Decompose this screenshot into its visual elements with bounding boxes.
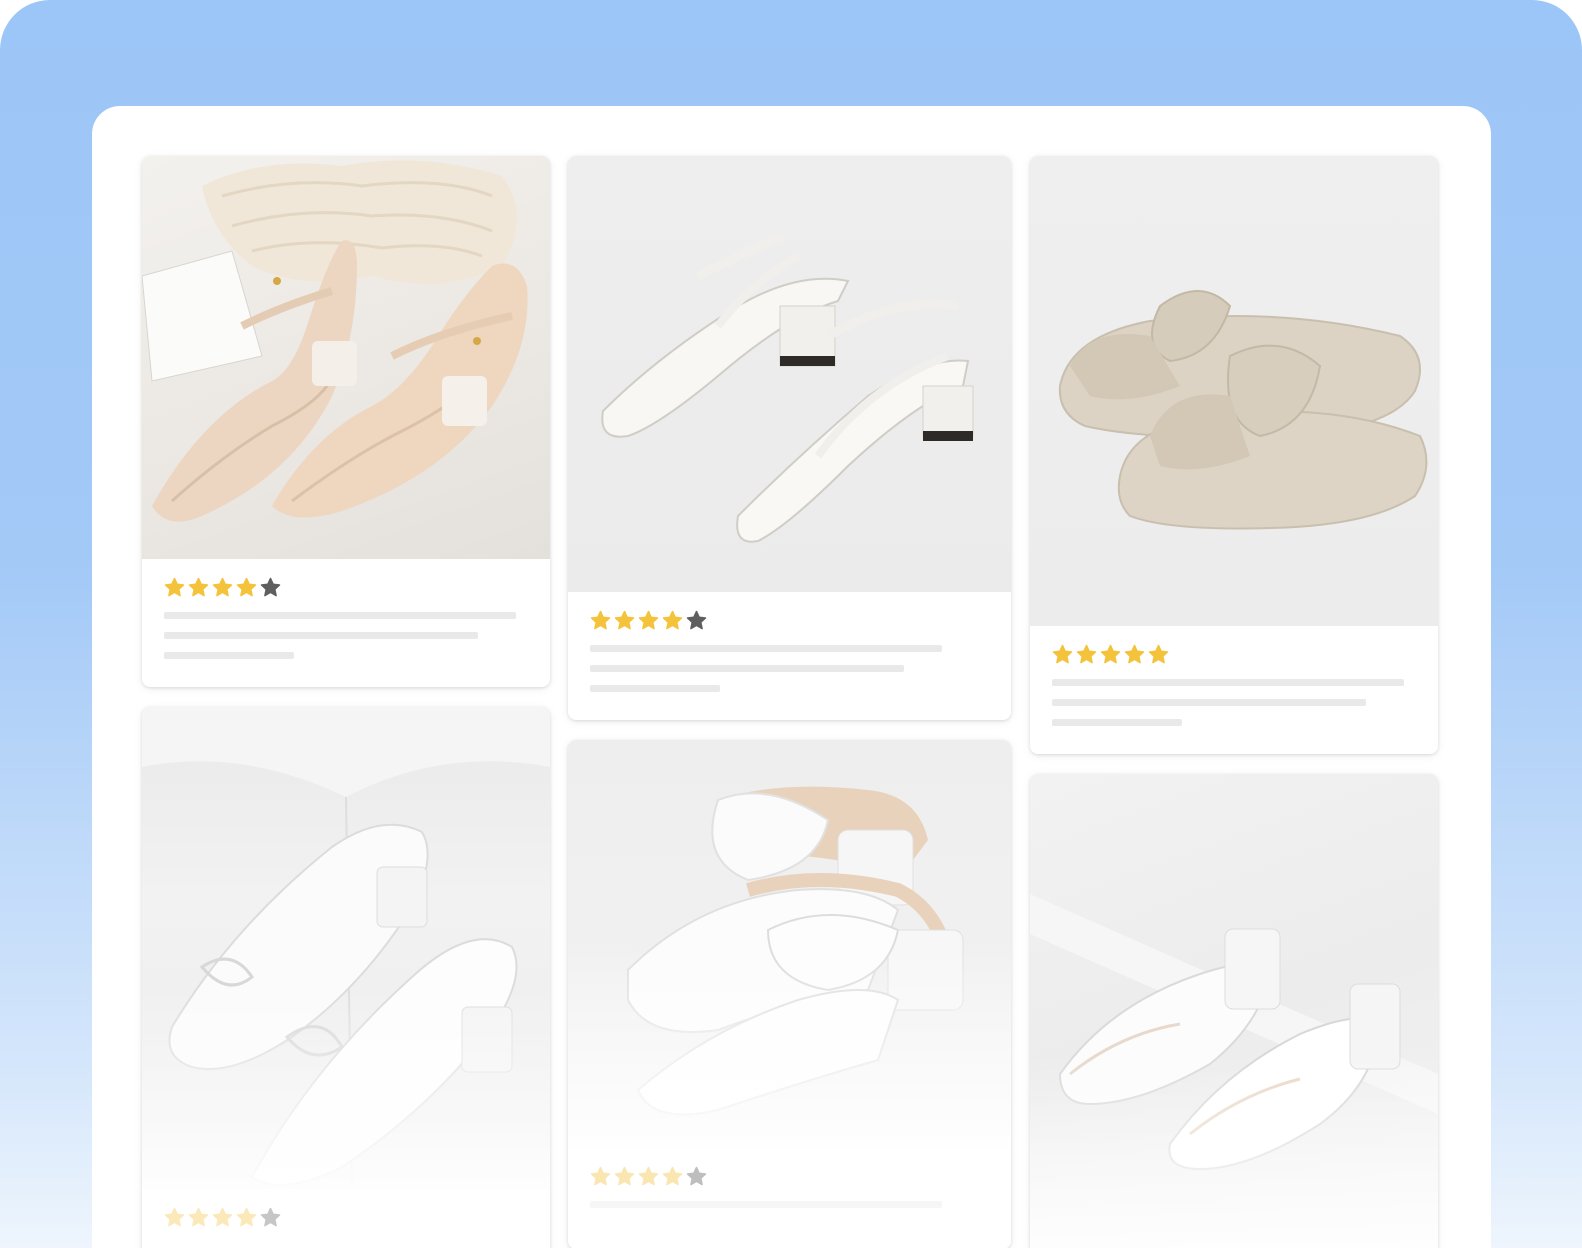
star-filled-icon xyxy=(614,610,635,630)
title-placeholder-line xyxy=(590,645,942,652)
grid-column-2 xyxy=(568,156,1011,1248)
title-placeholder-line xyxy=(590,1201,942,1208)
star-filled-icon xyxy=(212,1207,233,1227)
star-empty-icon xyxy=(260,1207,281,1227)
product-image-white-bow-mules[interactable] xyxy=(142,707,550,1189)
star-filled-icon xyxy=(236,1207,257,1227)
product-image-white-strappy-sandals[interactable] xyxy=(568,156,1011,592)
star-filled-icon xyxy=(188,577,209,597)
star-rating xyxy=(164,577,528,598)
product-card[interactable] xyxy=(1030,156,1438,754)
star-filled-icon xyxy=(236,577,257,597)
star-filled-icon xyxy=(188,1207,209,1227)
star-filled-icon xyxy=(638,1166,659,1186)
product-card[interactable] xyxy=(142,156,550,687)
product-card[interactable] xyxy=(568,156,1011,720)
star-filled-icon xyxy=(1052,644,1073,664)
grid-column-1 xyxy=(142,156,550,1248)
star-rating xyxy=(1052,644,1416,665)
app-frame xyxy=(0,0,1582,1248)
title-placeholder-line xyxy=(164,612,516,619)
star-filled-icon xyxy=(164,577,185,597)
product-card[interactable] xyxy=(142,707,550,1248)
product-card[interactable] xyxy=(568,740,1011,1248)
star-filled-icon xyxy=(1100,644,1121,664)
grid-column-3 xyxy=(1030,156,1438,1248)
product-info xyxy=(568,592,1011,720)
product-image-white-heel-mules[interactable] xyxy=(1030,774,1438,1248)
product-info xyxy=(142,559,550,687)
product-grid-panel xyxy=(92,106,1491,1248)
star-rating xyxy=(590,1166,989,1187)
product-image-taupe-slides[interactable] xyxy=(1030,156,1438,626)
star-filled-icon xyxy=(1124,644,1145,664)
star-filled-icon xyxy=(662,1166,683,1186)
star-empty-icon xyxy=(686,1166,707,1186)
title-placeholder-line xyxy=(1052,679,1404,686)
subtitle-placeholder-line xyxy=(164,632,478,639)
product-info xyxy=(1030,626,1438,754)
star-filled-icon xyxy=(638,610,659,630)
star-filled-icon xyxy=(614,1166,635,1186)
star-empty-icon xyxy=(260,577,281,597)
price-placeholder-line xyxy=(590,685,720,692)
star-empty-icon xyxy=(686,610,707,630)
star-rating xyxy=(590,610,989,631)
product-card[interactable] xyxy=(1030,774,1438,1248)
subtitle-placeholder-line xyxy=(590,665,904,672)
star-filled-icon xyxy=(1076,644,1097,664)
product-image-beige-heels[interactable] xyxy=(142,156,550,559)
star-filled-icon xyxy=(590,1166,611,1186)
star-filled-icon xyxy=(590,610,611,630)
star-filled-icon xyxy=(662,610,683,630)
star-filled-icon xyxy=(212,577,233,597)
product-info xyxy=(142,1189,550,1248)
price-placeholder-line xyxy=(1052,719,1182,726)
subtitle-placeholder-line xyxy=(1052,699,1366,706)
product-info xyxy=(568,1148,1011,1248)
product-image-white-twist-sandals[interactable] xyxy=(568,740,1011,1148)
star-rating xyxy=(164,1207,528,1228)
star-filled-icon xyxy=(1148,644,1169,664)
star-filled-icon xyxy=(164,1207,185,1227)
price-placeholder-line xyxy=(164,652,294,659)
